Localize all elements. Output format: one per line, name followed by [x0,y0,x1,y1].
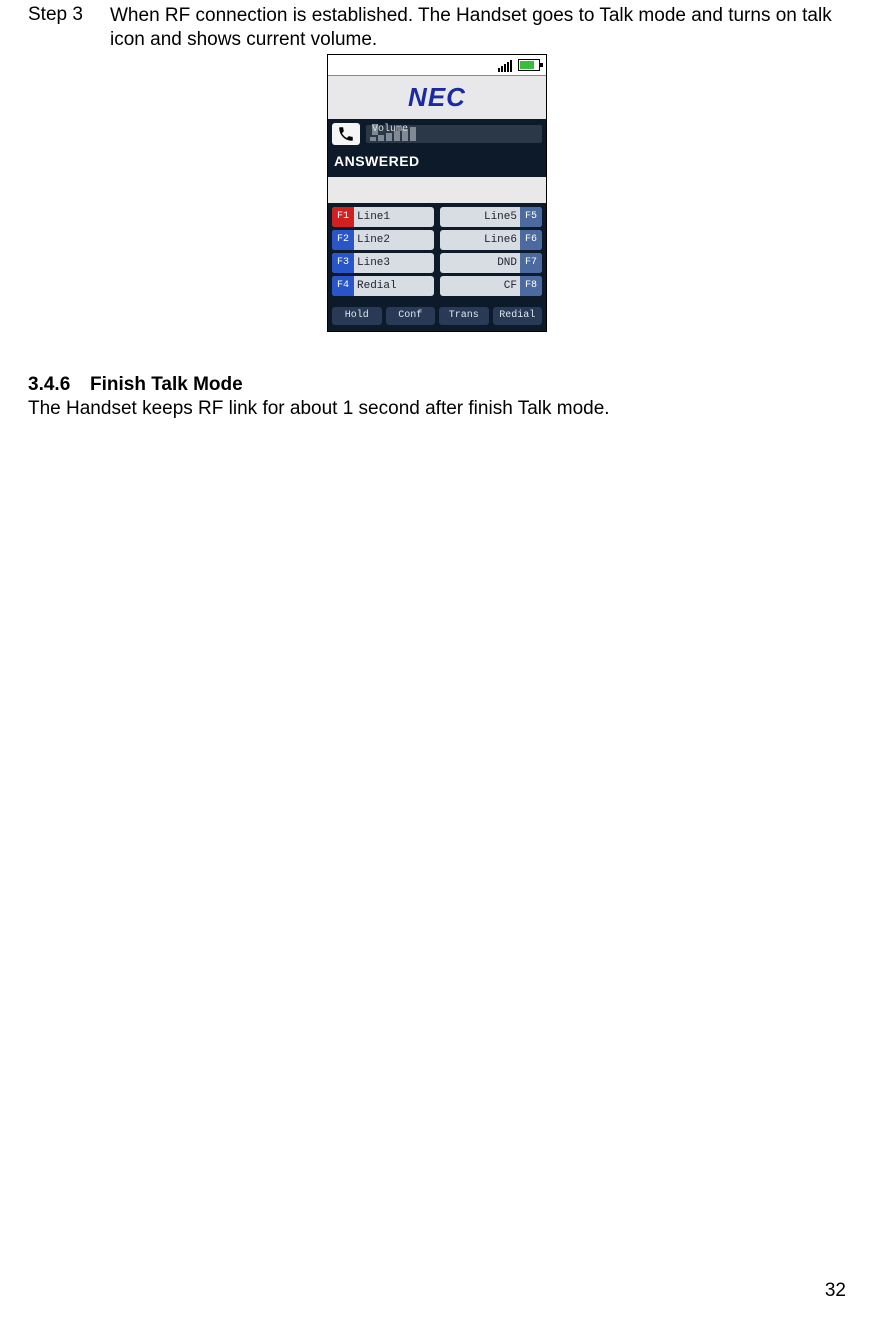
softkey-trans[interactable]: Trans [439,307,489,325]
function-keys: F1Line1 Line5F5 F2Line2 Line6F6 F3Line3 … [328,203,546,303]
step-row: Step 3 When RF connection is established… [28,4,846,52]
call-status-text: ANSWERED [328,149,546,177]
logo-row: NEC [328,76,546,119]
fkey-f4[interactable]: F4Redial [332,276,434,296]
step-label: Step 3 [28,4,110,26]
fkey-f2[interactable]: F2Line2 [332,230,434,250]
fkey-f1[interactable]: F1Line1 [332,207,434,227]
signal-icon [498,58,514,72]
volume-row: Volume [328,119,546,149]
phone-status-bar [328,55,546,76]
section-title: Finish Talk Mode [90,374,243,396]
battery-icon [518,59,540,71]
section-number: 3.4.6 [28,374,90,396]
empty-strip [328,177,546,203]
fkey-f7[interactable]: DNDF7 [440,253,542,273]
nec-logo: NEC [408,82,466,112]
fkey-f5[interactable]: Line5F5 [440,207,542,227]
volume-label: Volume [372,124,378,135]
fkey-f6[interactable]: Line6F6 [440,230,542,250]
softkey-conf[interactable]: Conf [386,307,436,325]
volume-indicator: Volume [366,125,542,143]
step-text: When RF connection is established. The H… [110,4,846,52]
softkey-hold[interactable]: Hold [332,307,382,325]
softkey-row: Hold Conf Trans Redial [328,303,546,331]
section-heading: 3.4.6 Finish Talk Mode [28,374,846,396]
fkey-f8[interactable]: CFF8 [440,276,542,296]
handset-screenshot: NEC Volume ANSWERED F1Lin [28,54,846,332]
softkey-redial[interactable]: Redial [493,307,543,325]
page-number: 32 [825,1280,846,1302]
fkey-f3[interactable]: F3Line3 [332,253,434,273]
section-body: The Handset keeps RF link for about 1 se… [28,398,846,420]
talk-icon [332,123,360,145]
